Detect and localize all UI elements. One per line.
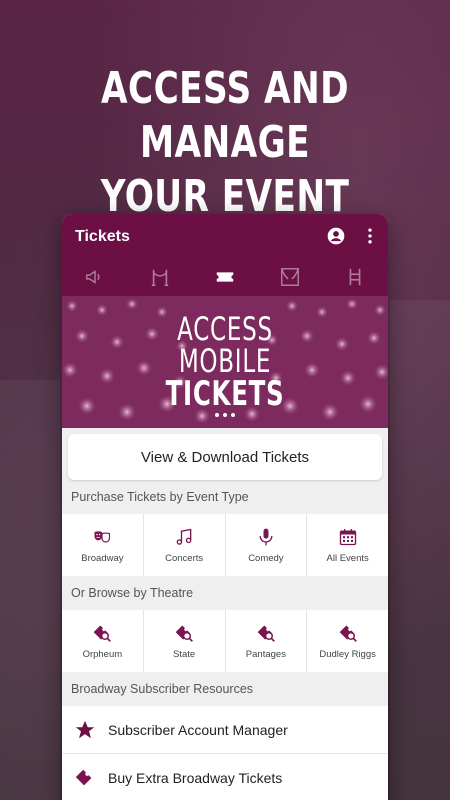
theatre-label: Orpheum	[82, 648, 123, 660]
theatre-search-icon	[94, 625, 112, 642]
tab-venue[interactable]	[127, 258, 192, 296]
promo-banner[interactable]: ACCESS MOBILE TICKETS	[62, 296, 388, 428]
stanchion-icon	[151, 269, 169, 287]
music-note-icon	[176, 528, 192, 545]
page-dot[interactable]	[231, 413, 235, 417]
tab-tickets[interactable]	[192, 258, 257, 296]
seats-icon	[349, 268, 361, 286]
event-type-concerts[interactable]: Concerts	[144, 514, 226, 576]
tab-shows[interactable]	[258, 258, 323, 296]
theatre-search-icon	[257, 625, 275, 642]
star-icon	[75, 720, 95, 738]
event-type-comedy[interactable]: Comedy	[226, 514, 308, 576]
background-building	[390, 300, 450, 800]
event-type-label: All Events	[326, 552, 369, 564]
theater-masks-icon	[94, 530, 111, 543]
app-bar: Tickets	[62, 214, 388, 296]
background-building	[0, 380, 60, 800]
event-type-label: Broadway	[81, 552, 124, 564]
account-circle-icon[interactable]	[326, 226, 346, 246]
tab-announcements[interactable]	[62, 258, 127, 296]
theatre-search-icon	[175, 625, 194, 642]
theatre-label: State	[173, 648, 196, 660]
view-download-tickets-button[interactable]: View & Download Tickets	[68, 434, 382, 480]
resources-heading: Broadway Subscriber Resources	[71, 682, 254, 696]
theatre-label: Dudley Riggs	[319, 648, 376, 660]
banner-page-indicator	[62, 404, 388, 422]
theater-curtain-icon	[281, 268, 300, 286]
tab-seating[interactable]	[323, 258, 388, 296]
theatre-pantages[interactable]: Pantages	[226, 610, 308, 672]
resource-label: Buy Extra Broadway Tickets	[108, 769, 283, 786]
theatre-search-icon	[339, 625, 357, 642]
tab-bar	[62, 258, 388, 296]
theatre-orpheum[interactable]: Orpheum	[62, 610, 144, 672]
event-type-all-events[interactable]: All Events	[307, 514, 388, 576]
theatre-heading: Or Browse by Theatre	[71, 586, 194, 600]
app-title: Tickets	[75, 228, 130, 245]
app-screen: Tickets ACCESS MOBILE TICKETS View & Dow…	[62, 214, 388, 800]
resource-label: Subscriber Account Manager	[108, 721, 288, 738]
event-type-grid: Broadway Concerts Comedy All Events	[62, 514, 388, 576]
more-vert-icon[interactable]	[360, 226, 380, 246]
buy-extra-broadway-tickets-item[interactable]: Buy Extra Broadway Tickets	[62, 754, 388, 800]
headline-line-1: ACCESS AND MANAGE	[101, 63, 349, 168]
theatre-state[interactable]: State	[144, 610, 226, 672]
theatre-grid: Orpheum State Pantages Dudley Riggs	[62, 610, 388, 672]
microphone-icon	[259, 528, 273, 545]
page-dot[interactable]	[215, 413, 219, 417]
event-type-label: Concerts	[165, 552, 204, 564]
event-type-heading: Purchase Tickets by Event Type	[71, 490, 249, 504]
theatre-dudley-riggs[interactable]: Dudley Riggs	[307, 610, 388, 672]
ticket-icon	[75, 769, 92, 785]
calendar-icon	[339, 528, 356, 545]
event-type-broadway[interactable]: Broadway	[62, 514, 144, 576]
event-type-label: Comedy	[248, 552, 284, 564]
subscriber-account-manager-item[interactable]: Subscriber Account Manager	[62, 706, 388, 754]
page-dot[interactable]	[223, 413, 227, 417]
ticket-icon	[216, 272, 234, 282]
theatre-label: Pantages	[245, 648, 286, 660]
megaphone-icon	[85, 270, 100, 284]
